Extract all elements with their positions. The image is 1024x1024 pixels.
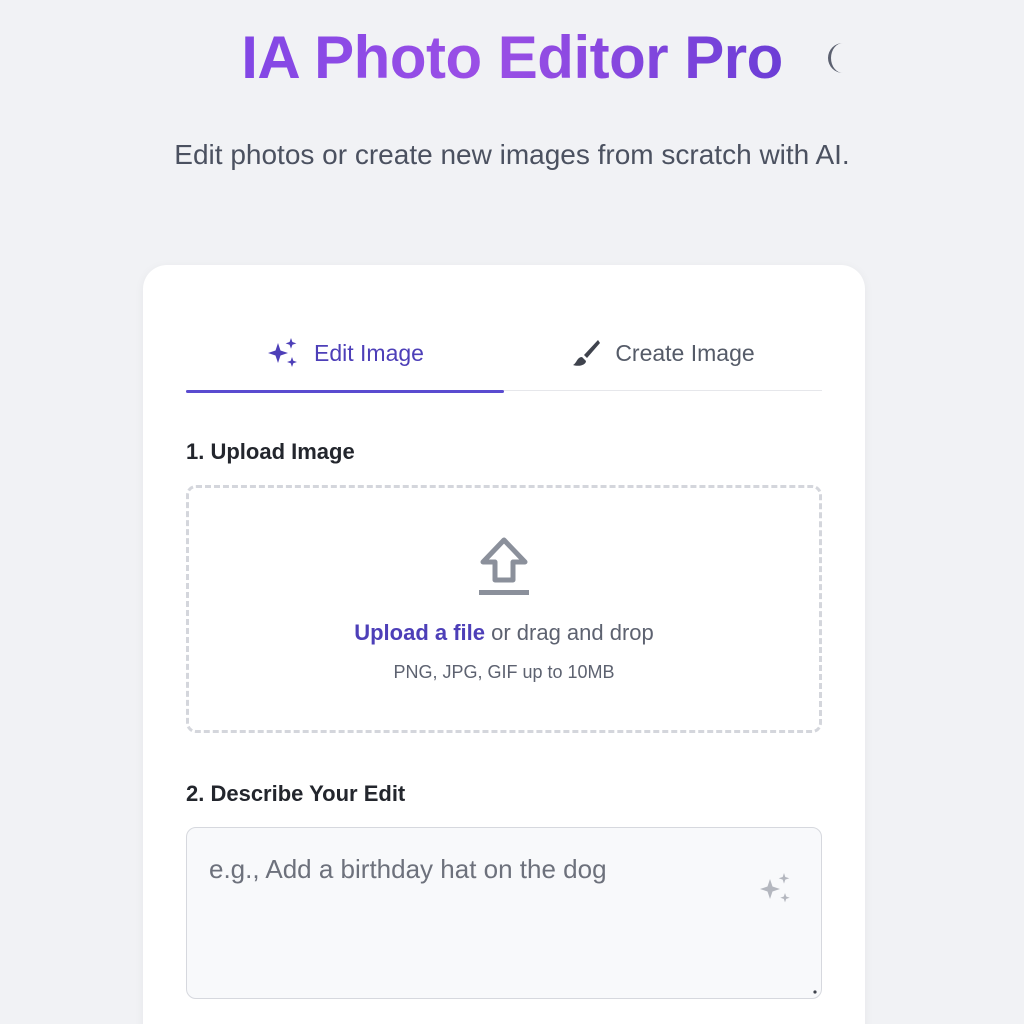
upload-file-link[interactable]: Upload a file: [354, 620, 485, 645]
edit-section-label: 2. Describe Your Edit: [186, 781, 406, 806]
header: IA Photo Editor Pro Edit photos or creat…: [0, 22, 1024, 180]
enhance-prompt-button[interactable]: [755, 868, 795, 908]
drag-drop-text: or drag and drop: [485, 620, 654, 645]
app-title: IA Photo Editor Pro: [241, 22, 783, 94]
resize-grip-icon[interactable]: [812, 989, 818, 995]
title-row: IA Photo Editor Pro: [0, 22, 1024, 94]
theme-toggle-button[interactable]: [816, 38, 856, 78]
editor-card: Edit Image Create Image 1. Upload Image …: [143, 265, 865, 1024]
upload-section-label: 1. Upload Image: [186, 439, 355, 464]
tab-bar: Edit Image Create Image: [186, 315, 822, 393]
upload-instructions: Upload a file or drag and drop: [189, 620, 819, 646]
tab-create-image-label: Create Image: [615, 339, 755, 366]
edit-prompt-input[interactable]: [187, 828, 821, 998]
tab-edit-image-label: Edit Image: [314, 339, 424, 366]
subtitle: Edit photos or create new images from sc…: [174, 139, 850, 170]
sparkles-icon: [268, 338, 298, 367]
moon-icon: [828, 43, 843, 73]
upload-icon: [479, 537, 529, 595]
upload-dropzone[interactable]: Upload a file or drag and drop PNG, JPG,…: [186, 485, 822, 733]
paintbrush-icon: [573, 340, 601, 366]
tab-create-image[interactable]: Create Image: [504, 315, 822, 391]
edit-prompt-container: [186, 827, 822, 999]
tab-edit-image[interactable]: Edit Image: [186, 315, 504, 393]
upload-hint: PNG, JPG, GIF up to 10MB: [393, 662, 615, 682]
app-page: IA Photo Editor Pro Edit photos or creat…: [0, 0, 1024, 1024]
sparkles-icon: [760, 873, 790, 903]
